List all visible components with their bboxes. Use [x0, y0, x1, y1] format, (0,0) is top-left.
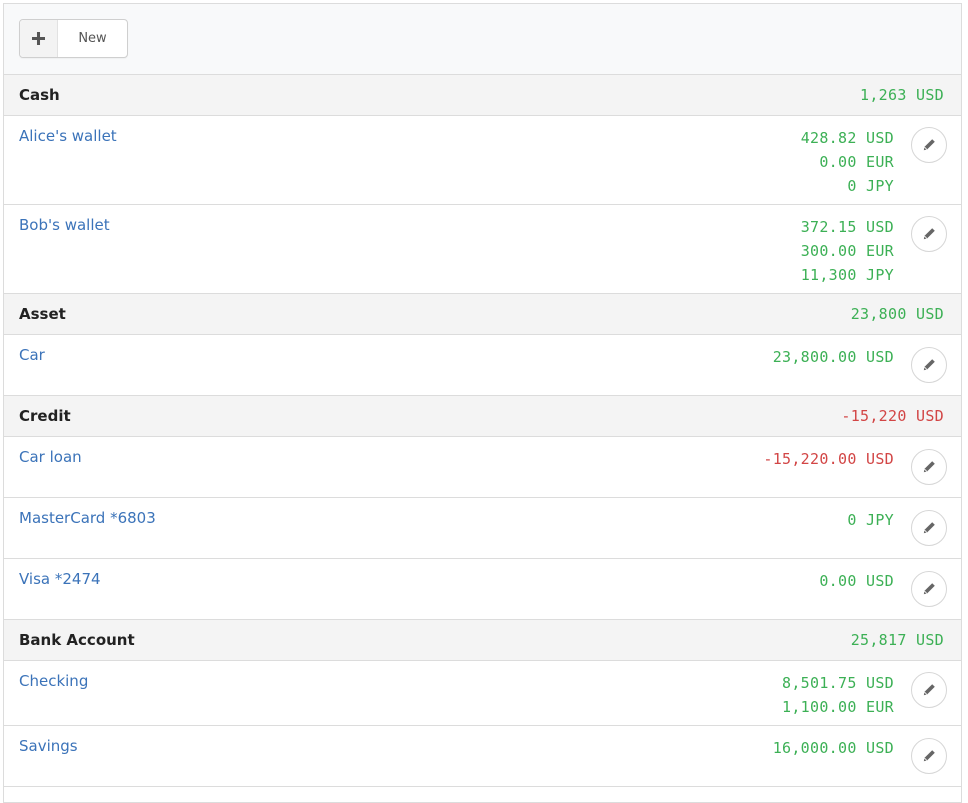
edit-account-button[interactable] [911, 738, 947, 774]
account-name-link[interactable]: MasterCard *6803 [4, 498, 156, 558]
balance-amount: 8,501.75 USD [782, 674, 894, 692]
account-name-link[interactable]: Car [4, 335, 45, 395]
group-title: Bank Account [19, 631, 135, 649]
group-header-credit: Credit -15,220 USD [4, 396, 961, 437]
account-balances: 23,800.00 USD [773, 345, 894, 369]
balance-amount: 372.15 USD [800, 218, 894, 236]
group-header-cash: Cash 1,263 USD [4, 75, 961, 116]
balance-amount: 0.00 EUR [819, 153, 894, 171]
balance-amount: 16,000.00 USD [772, 739, 894, 757]
account-name-link[interactable]: Savings [4, 726, 78, 786]
balance-amount: 0 JPY [847, 177, 894, 195]
group-header-asset: Asset 23,800 USD [4, 294, 961, 335]
account-row: MasterCard *6803 0 JPY [4, 498, 961, 559]
group-total: 1,263 USD [860, 86, 944, 104]
account-balances: 0 JPY [847, 508, 894, 532]
plus-icon [20, 20, 58, 57]
group-title: Credit [19, 407, 71, 425]
group-total: 23,800 USD [850, 305, 944, 323]
account-balances: 16,000.00 USD [773, 736, 894, 760]
pencil-icon [922, 358, 936, 372]
edit-account-button[interactable] [911, 571, 947, 607]
account-name-link[interactable]: Car loan [4, 437, 82, 497]
pencil-icon [922, 138, 936, 152]
pencil-icon [922, 521, 936, 535]
group-title: Asset [19, 305, 66, 323]
account-row: Savings 16,000.00 USD [4, 726, 961, 787]
account-row: Alice's wallet 428.82 USD 0.00 EUR 0 JPY [4, 116, 961, 205]
group-header-bank-account: Bank Account 25,817 USD [4, 620, 961, 661]
balance-amount: 300.00 EUR [800, 242, 894, 260]
balance-amount: 11,300 JPY [800, 266, 894, 284]
edit-account-button[interactable] [911, 449, 947, 485]
pencil-icon [922, 749, 936, 763]
account-row: Car loan -15,220.00 USD [4, 437, 961, 498]
account-balances: 372.15 USD 300.00 EUR 11,300 JPY [801, 215, 894, 287]
accounts-panel: New Cash 1,263 USD Alice's wallet 428.82 US… [3, 3, 962, 803]
group-title: Cash [19, 86, 60, 104]
account-balances: 0.00 USD [819, 569, 894, 593]
edit-account-button[interactable] [911, 510, 947, 546]
pencil-icon [922, 582, 936, 596]
balance-amount: 0 JPY [847, 511, 894, 529]
edit-account-button[interactable] [911, 347, 947, 383]
account-balances: 8,501.75 USD 1,100.00 EUR [782, 671, 894, 719]
new-account-button[interactable]: New [19, 19, 128, 58]
balance-amount: 0.00 USD [819, 572, 894, 590]
balance-amount: 23,800.00 USD [772, 348, 894, 366]
account-row: Visa *2474 0.00 USD [4, 559, 961, 620]
account-row: Car 23,800.00 USD [4, 335, 961, 396]
pencil-icon [922, 460, 936, 474]
account-name-link[interactable]: Bob's wallet [4, 205, 110, 293]
account-name-link[interactable]: Alice's wallet [4, 116, 117, 204]
balance-amount: 1,100.00 EUR [782, 698, 894, 716]
edit-account-button[interactable] [911, 216, 947, 252]
pencil-icon [922, 227, 936, 241]
account-name-link[interactable]: Checking [4, 661, 88, 725]
account-row: Bob's wallet 372.15 USD 300.00 EUR 11,300 J… [4, 205, 961, 294]
account-balances: -15,220.00 USD [763, 447, 894, 471]
edit-account-button[interactable] [911, 127, 947, 163]
toolbar: New [4, 4, 961, 75]
new-button-label: New [78, 31, 107, 46]
group-total: -15,220 USD [841, 407, 944, 425]
account-balances: 428.82 USD 0.00 EUR 0 JPY [801, 126, 894, 198]
account-row: Checking 8,501.75 USD 1,100.00 EUR [4, 661, 961, 726]
pencil-icon [922, 683, 936, 697]
account-groups: Cash 1,263 USD Alice's wallet 428.82 USD 0.0… [4, 75, 961, 787]
edit-account-button[interactable] [911, 672, 947, 708]
balance-amount: -15,220.00 USD [763, 450, 894, 468]
group-total: 25,817 USD [850, 631, 944, 649]
account-name-link[interactable]: Visa *2474 [4, 559, 101, 619]
balance-amount: 428.82 USD [800, 129, 894, 147]
